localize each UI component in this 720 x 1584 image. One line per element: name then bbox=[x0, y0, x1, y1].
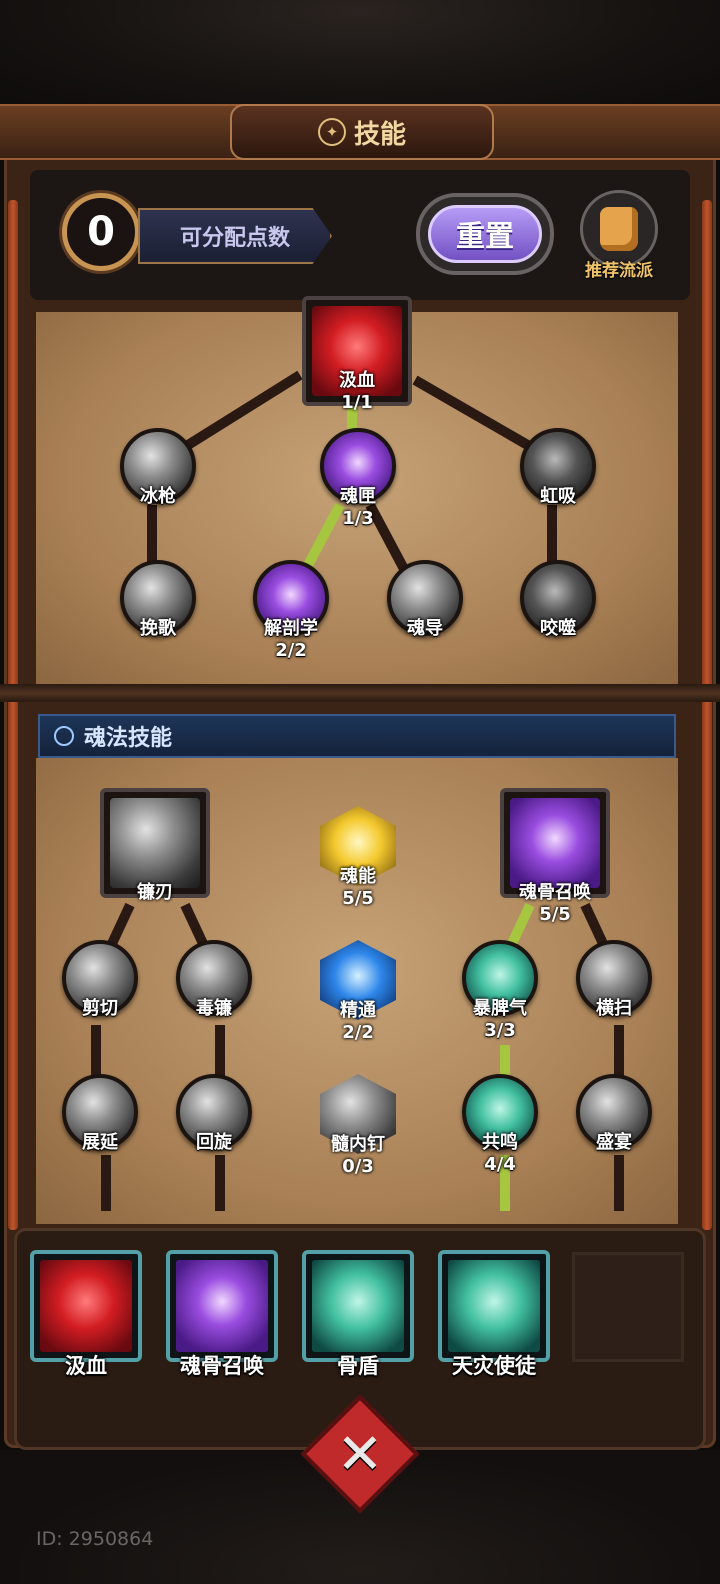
skill-level: 3/3 bbox=[484, 1020, 516, 1041]
equipped-slot-3[interactable] bbox=[302, 1250, 414, 1362]
skill-node-spin[interactable]: 回旋 bbox=[176, 1074, 252, 1153]
equipped-label: 天灾使徒 bbox=[452, 1354, 536, 1378]
skill-node-soul-box[interactable]: 魂匣 1/3 bbox=[320, 428, 396, 529]
pentagram-icon: ✦ bbox=[317, 118, 346, 146]
thumbs-up-icon bbox=[600, 207, 638, 251]
right-rail bbox=[702, 200, 712, 1230]
equipped-label: 魂骨召唤 bbox=[180, 1354, 264, 1378]
bone-golem-icon bbox=[510, 798, 600, 888]
skill-level: 2/2 bbox=[275, 640, 307, 661]
bone-shield-icon bbox=[312, 1260, 404, 1352]
skill-node-poison-scythe[interactable]: 毒镰 bbox=[176, 940, 252, 1019]
skill-name: 挽歌 bbox=[140, 618, 176, 639]
skill-name: 虹吸 bbox=[540, 486, 576, 507]
reset-button[interactable]: 重置 bbox=[416, 193, 554, 275]
close-icon: ✕ bbox=[336, 1421, 384, 1487]
skill-node-feast[interactable]: 盛宴 bbox=[576, 1074, 652, 1153]
skill-name: 髓内钉 bbox=[331, 1134, 385, 1155]
skill-slot-blood-drain[interactable]: 汲血 1/1 bbox=[302, 296, 412, 413]
skill-level: 2/2 bbox=[342, 1022, 374, 1043]
skill-name: 横扫 bbox=[596, 998, 632, 1019]
skill-node-elegy[interactable]: 挽歌 bbox=[120, 560, 196, 639]
points-label: 可分配点数 bbox=[138, 208, 332, 264]
skill-node-extend[interactable]: 展延 bbox=[62, 1074, 138, 1153]
skill-level: 1/3 bbox=[342, 508, 374, 529]
skill-name: 精通 bbox=[340, 1000, 376, 1021]
skill-name: 回旋 bbox=[196, 1132, 232, 1153]
skill-node-soul-energy[interactable]: 魂能 5/5 bbox=[320, 806, 396, 909]
skill-level: 5/5 bbox=[342, 888, 374, 909]
skill-slot-bone-summon[interactable]: 魂骨召唤 5/5 bbox=[500, 788, 610, 925]
user-id: ID: 2950864 bbox=[36, 1528, 154, 1550]
section-header-soul-magic: 魂法技能 bbox=[38, 714, 676, 758]
scythe-icon bbox=[110, 798, 200, 888]
section-title: 魂法技能 bbox=[84, 726, 173, 751]
top-ornament bbox=[0, 0, 720, 110]
skill-name: 汲血 bbox=[339, 370, 375, 391]
recommend-build-button[interactable]: 推荐流派 bbox=[574, 190, 664, 281]
skill-node-bite[interactable]: 咬噬 bbox=[520, 560, 596, 639]
tree-link bbox=[101, 1155, 111, 1211]
blood-drop-icon bbox=[40, 1260, 132, 1352]
skill-level: 0/3 bbox=[342, 1156, 374, 1177]
skill-node-marrow-nail[interactable]: 髓内钉 0/3 bbox=[320, 1074, 396, 1177]
equipped-label: 汲血 bbox=[65, 1354, 107, 1378]
points-counter: 0 bbox=[62, 193, 140, 271]
equipped-label: 骨盾 bbox=[337, 1354, 379, 1378]
vortex-icon bbox=[448, 1260, 540, 1352]
skill-node-siphon[interactable]: 虹吸 bbox=[520, 428, 596, 507]
skill-name: 冰枪 bbox=[140, 486, 176, 507]
skill-name: 毒镰 bbox=[196, 998, 232, 1019]
skill-level: 1/1 bbox=[341, 392, 373, 413]
swirl-icon bbox=[54, 726, 74, 746]
skill-node-resonance[interactable]: 共鸣 4/4 bbox=[462, 1074, 538, 1175]
skill-name: 镰刃 bbox=[137, 882, 173, 903]
equipped-slot-2[interactable] bbox=[166, 1250, 278, 1362]
skill-node-cut[interactable]: 剪切 bbox=[62, 940, 138, 1019]
bone-golem-icon bbox=[176, 1260, 268, 1352]
skill-node-sweep[interactable]: 横扫 bbox=[576, 940, 652, 1019]
skill-name: 盛宴 bbox=[596, 1132, 632, 1153]
skill-level: 4/4 bbox=[484, 1154, 516, 1175]
tree-link bbox=[614, 1155, 624, 1211]
equipped-slot-1[interactable] bbox=[30, 1250, 142, 1362]
skill-node-ice-spear[interactable]: 冰枪 bbox=[120, 428, 196, 507]
skill-node-mastery[interactable]: 精通 2/2 bbox=[320, 940, 396, 1043]
skill-node-anatomy[interactable]: 解剖学 2/2 bbox=[253, 560, 329, 661]
skill-name: 魂骨召唤 bbox=[519, 882, 591, 903]
tree-link bbox=[215, 1155, 225, 1211]
title-plate: ✦ 技能 bbox=[230, 104, 494, 160]
skill-name: 魂匣 bbox=[340, 486, 376, 507]
skill-name: 魂导 bbox=[407, 618, 443, 639]
skill-node-temper[interactable]: 暴脾气 3/3 bbox=[462, 940, 538, 1041]
skill-name: 解剖学 bbox=[264, 618, 318, 639]
recommend-label: 推荐流派 bbox=[585, 261, 653, 281]
equipped-slot-4[interactable] bbox=[438, 1250, 550, 1362]
reset-button-label: 重置 bbox=[428, 205, 542, 263]
skill-slot-scythe-blade[interactable]: 镰刃 bbox=[100, 788, 210, 903]
page-title: 技能 bbox=[353, 119, 406, 150]
skill-node-soul-guide[interactable]: 魂导 bbox=[387, 560, 463, 639]
left-rail bbox=[8, 200, 18, 1230]
equipped-slot-empty[interactable] bbox=[572, 1252, 684, 1362]
skill-name: 咬噬 bbox=[540, 618, 576, 639]
skill-name: 魂能 bbox=[340, 866, 376, 887]
skill-level: 5/5 bbox=[539, 904, 571, 925]
section-divider bbox=[0, 684, 720, 702]
